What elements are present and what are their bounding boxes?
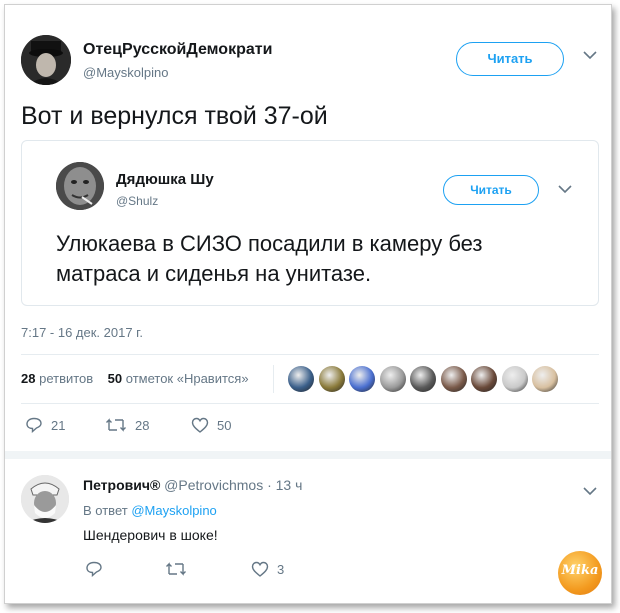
tweet-text: Вот и вернулся твой 37-ой [21,102,328,130]
quoted-chevron-down-icon[interactable] [558,181,572,197]
liker-avatar[interactable] [379,366,406,392]
reply-action[interactable]: 21 [25,417,65,433]
tweet-card: ОтецРусскойДемократи @Mayskolpino Читать… [4,4,612,604]
in-reply-to: В ответ @Mayskolpino [83,503,217,518]
divider [21,354,599,355]
reply-reply-action[interactable] [85,561,111,577]
heart-icon [191,417,209,433]
reply-time[interactable]: · 13 ч [267,477,302,493]
reply-text: Шендерович в шоке! [83,527,218,543]
retweets-count[interactable]: 28 [21,371,35,386]
quoted-author-handle[interactable]: @Shulz [116,194,158,208]
quoted-tweet[interactable]: Дядюшка Шу @Shulz Читать Улюкаева в СИЗО… [21,140,599,306]
quoted-follow-button[interactable]: Читать [443,175,539,205]
divider [273,365,274,393]
author-handle[interactable]: @Mayskolpino [83,65,168,80]
author-avatar[interactable] [21,35,71,85]
quoted-author-name[interactable]: Дядюшка Шу [116,171,214,188]
quoted-text-line-2: матраса и сиденья на унитазе. [56,261,372,286]
retweets-label[interactable]: ретвитов [39,371,93,386]
retweet-icon [166,562,186,576]
reply-icon [26,417,42,433]
tweet-timestamp[interactable]: 7:17 - 16 дек. 2017 г. [21,325,143,340]
follow-button[interactable]: Читать [456,42,564,76]
reply-icon [86,561,102,577]
author-name[interactable]: ОтецРусскойДемократи [83,41,272,59]
reply-count: 21 [51,417,66,433]
quoted-text-line-1: Улюкаева в СИЗО посадили в камеру без [56,231,483,256]
reply-header: Петрович® @Petrovichmos · 13 ч [83,477,302,493]
reply-retweet-action[interactable] [165,561,195,577]
liker-avatar[interactable] [471,366,497,392]
liker-avatar[interactable] [532,366,558,392]
watermark-text: Mika [561,563,599,578]
liker-avatar[interactable] [288,366,314,392]
liker-avatar[interactable] [501,366,528,392]
in-reply-prefix: В ответ [83,503,128,518]
likes-label[interactable]: отметок «Нравится» [126,371,249,386]
quoted-author-avatar[interactable] [56,162,104,210]
reply-chevron-down-icon[interactable] [583,483,597,499]
retweet-action[interactable]: 28 [105,417,149,433]
heart-icon [251,561,269,577]
reply-author-handle[interactable]: @Petrovichmos [164,477,263,493]
divider [5,451,611,459]
chevron-down-icon[interactable] [583,47,597,63]
like-action[interactable]: 50 [191,417,231,433]
reply-avatar-image [21,475,69,523]
liker-avatar[interactable] [349,366,375,392]
author-avatar-image [21,35,71,85]
liker-avatar[interactable] [410,366,436,392]
retweet-icon [106,418,126,432]
reply-author-avatar[interactable] [21,475,69,523]
divider [21,403,599,404]
liker-avatar[interactable] [318,366,345,392]
quoted-avatar-image [56,162,104,210]
reply-author-name[interactable]: Петрович® [83,477,160,493]
watermark-logo: Mika [558,551,602,595]
reply-like-count: 3 [277,561,285,577]
like-count: 50 [217,417,232,433]
in-reply-handle-link[interactable]: @Mayskolpino [131,503,216,518]
likes-count[interactable]: 50 [108,371,122,386]
tweet-stats: 28 ретвитов 50 отметок «Нравится» [21,371,249,386]
retweet-count: 28 [135,417,150,433]
reply-like-action[interactable]: 3 [251,561,284,577]
liker-avatar[interactable] [440,366,467,392]
